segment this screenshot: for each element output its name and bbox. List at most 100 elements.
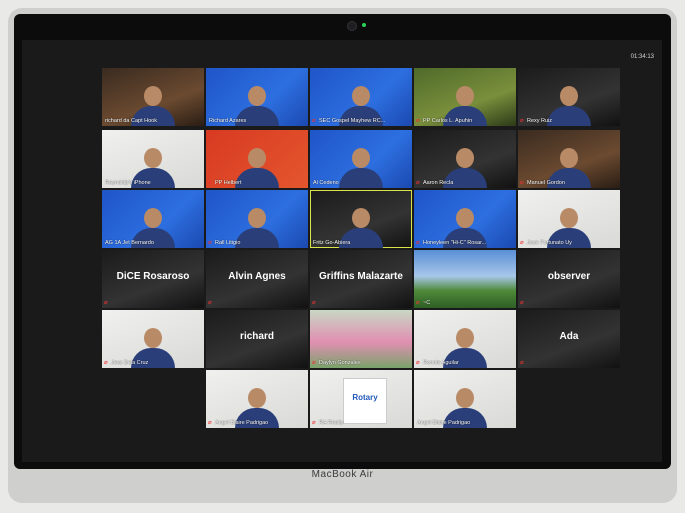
participant-tile[interactable]: ⌀ Daylyn Gonzales [310, 310, 412, 368]
rotary-logo-text: Rotary [352, 393, 378, 402]
mic-muted-icon: ⌀ [312, 118, 316, 124]
mic-muted-icon: ⌀ [312, 420, 316, 426]
participant-head [248, 388, 266, 408]
mic-muted-icon: ⌀ [416, 300, 420, 306]
participant-tile[interactable]: ⌀ Angel Blaire Padrigao [206, 370, 308, 428]
participant-head [456, 208, 474, 228]
participant-display-name: Alvin Agnes [228, 271, 286, 282]
participant-head [560, 86, 578, 106]
participant-head [352, 208, 370, 228]
participant-head [248, 148, 266, 168]
participant-display-name: Griffins Malazarte [319, 271, 403, 282]
participant-head [456, 86, 474, 106]
participant-head [144, 148, 162, 168]
participant-name-label: Reynaldp's iPhone [105, 180, 151, 186]
mic-muted-icon: ⌀ [208, 300, 212, 306]
device-label: MacBook Air [311, 469, 374, 480]
participant-tile[interactable]: richard da Capt Hook [102, 68, 204, 126]
participant-name-label: ~C [423, 300, 431, 306]
participant-head [560, 148, 578, 168]
zoom-gallery-view: 01:34:13 richard da Capt Hook Richard Aza… [22, 40, 662, 462]
participant-head [352, 86, 370, 106]
participant-head [560, 208, 578, 228]
participant-head [456, 148, 474, 168]
participant-tile[interactable]: ⌀ Manuel Gordon [518, 130, 620, 188]
rotary-logo: Rotary [343, 378, 387, 424]
participant-tile[interactable]: ⌀ Aaron Recla [414, 130, 516, 188]
participant-tile[interactable]: Richard Azares [206, 68, 308, 126]
participant-name-label: Manuel Gordon [527, 180, 565, 186]
participant-display-name: observer [547, 271, 591, 282]
participant-shoulders [547, 106, 591, 126]
participant-tile[interactable]: Fritz Go-Abiera [310, 190, 412, 248]
participant-tile[interactable]: Al Cedeno [310, 130, 412, 188]
mic-muted-icon: ⌀ [104, 300, 108, 306]
participant-tile[interactable]: ⌀ PP Helbert [206, 130, 308, 188]
mic-muted-icon: ⌀ [520, 240, 524, 246]
participant-tile[interactable]: richard [206, 310, 308, 368]
participant-head [352, 148, 370, 168]
participant-tile[interactable]: ⌀ Rall Litigio [206, 190, 308, 248]
mic-muted-icon: ⌀ [416, 240, 420, 246]
participant-name-label: Honeyleen "Hi-C" Rosar... [423, 240, 487, 246]
mic-muted-icon: ⌀ [208, 180, 212, 186]
participant-name-label: Angel Blaire Padrigao [215, 420, 269, 426]
participant-tile[interactable]: ⌀ Honeyleen "Hi-C" Rosar... [414, 190, 516, 248]
participant-head [144, 86, 162, 106]
participant-head [248, 86, 266, 106]
participant-tile[interactable]: Reynaldp's iPhone [102, 130, 204, 188]
participant-video-feed [235, 204, 279, 248]
participant-name-label: RA Realty [319, 420, 344, 426]
participant-head [144, 208, 162, 228]
mic-muted-icon: ⌀ [312, 360, 316, 366]
participant-video-feed [339, 144, 383, 188]
participant-name-label: Ronnie Aguilar [423, 360, 459, 366]
participant-name-label: Jess Dela Cruz [111, 360, 149, 366]
participant-name-label: Jose Fortunato Uy [527, 240, 572, 246]
participant-tile[interactable]: Griffins Malazarte ⌀ [310, 250, 412, 308]
participant-shoulders [235, 228, 279, 248]
participant-head [248, 208, 266, 228]
participant-head [456, 388, 474, 408]
participant-shoulders [339, 168, 383, 188]
participant-name-label: PP Carlos L. Apuhin [423, 118, 473, 124]
mic-muted-icon: ⌀ [208, 240, 212, 246]
participant-name-label: AG 1A Jet Bernardo [105, 240, 154, 246]
participant-tile[interactable]: AG 1A Jet Bernardo [102, 190, 204, 248]
participant-name-label: Rall Litigio [215, 240, 241, 246]
participant-tile[interactable]: ⌀ ~C [414, 250, 516, 308]
participant-name-label: Aaron Recla [423, 180, 454, 186]
participant-head [456, 328, 474, 348]
mic-muted-icon: ⌀ [208, 420, 212, 426]
participant-tile[interactable]: ⌀ PP Carlos L. Apuhin [414, 68, 516, 126]
participant-tile[interactable]: ⌀ SEC Gospel Mayhew RC... [310, 68, 412, 126]
mic-muted-icon: ⌀ [520, 118, 524, 124]
mic-muted-icon: ⌀ [520, 300, 524, 306]
participant-tile[interactable]: Alvin Agnes ⌀ [206, 250, 308, 308]
mic-muted-icon: ⌀ [520, 360, 524, 366]
participant-tile[interactable]: Ada ⌀ [518, 310, 620, 368]
participant-display-name: richard [240, 331, 274, 342]
participant-name-label: richard da Capt Hook [105, 118, 157, 124]
participant-name-label: Angel Blaire Padrigao [417, 420, 471, 426]
webcam-indicator-light [362, 23, 366, 27]
mic-muted-icon: ⌀ [520, 180, 524, 186]
participant-tile[interactable]: ⌀ Ronnie Aguilar [414, 310, 516, 368]
participant-tile[interactable]: ⌀ Jess Dela Cruz [102, 310, 204, 368]
mic-muted-icon: ⌀ [416, 360, 420, 366]
participant-tile[interactable]: DiCE Rosaroso ⌀ [102, 250, 204, 308]
mic-muted-icon: ⌀ [416, 118, 420, 124]
participant-name-label: Rexy Ruiz [527, 118, 553, 124]
participant-tile[interactable]: Rotary ⌀ RA Realty [310, 370, 412, 428]
participant-name-label: Richard Azares [209, 118, 247, 124]
participant-display-name: DiCE Rosaroso [116, 271, 190, 282]
participant-tile[interactable]: observer ⌀ [518, 250, 620, 308]
participant-tile[interactable]: Angel Blaire Padrigao [414, 370, 516, 428]
participant-name-label: Daylyn Gonzales [319, 360, 361, 366]
participant-head [144, 328, 162, 348]
mic-muted-icon: ⌀ [104, 360, 108, 366]
participant-tile[interactable]: ⌀ Rexy Ruiz [518, 68, 620, 126]
webcam-icon [347, 21, 357, 31]
participant-display-name: Ada [559, 331, 579, 342]
participant-tile[interactable]: ⌀ Jose Fortunato Uy [518, 190, 620, 248]
